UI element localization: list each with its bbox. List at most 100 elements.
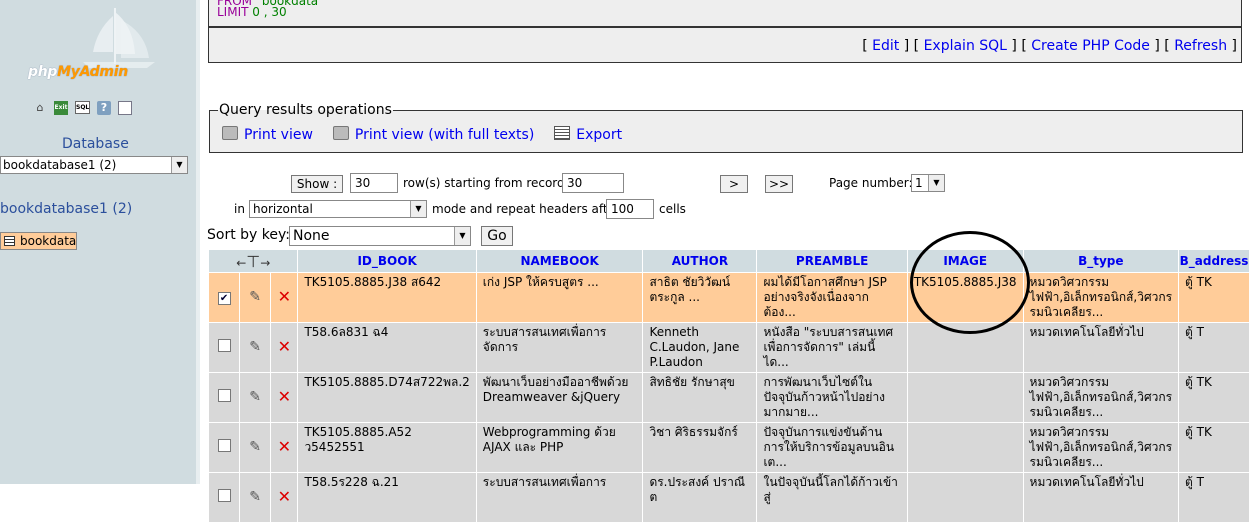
- go-button[interactable]: Go: [481, 226, 513, 246]
- last-page-button[interactable]: >>: [765, 175, 793, 193]
- explain-sql-link[interactable]: Explain SQL: [924, 38, 1007, 54]
- edit-pencil-icon[interactable]: ✎: [249, 389, 261, 405]
- sql-action-links: [ Edit ] [ Explain SQL ] [ Create PHP Co…: [862, 38, 1237, 54]
- page-number-select[interactable]: 1 ▼: [911, 174, 945, 192]
- documentation-icon[interactable]: ?: [97, 101, 111, 115]
- table-row[interactable]: ✎ ✕ TK5105.8885.A52 ว5452551 Webprogramming…: [209, 423, 1249, 472]
- edit-pencil-icon-cell: ✎: [240, 273, 271, 322]
- delete-x-icon[interactable]: ✕: [278, 387, 291, 406]
- row-checkbox[interactable]: ✔: [217, 292, 231, 305]
- cell-b-type: หมวดเทคโนโลยีทั่วไป: [1023, 473, 1179, 522]
- column-header-b-type[interactable]: B_type: [1023, 250, 1179, 272]
- cell-namebook: ระบบสารสนเทศเพื่อการจัดการ: [476, 323, 643, 372]
- row-checkbox[interactable]: [217, 489, 231, 502]
- print-view-link[interactable]: Print view: [222, 126, 313, 143]
- delete-x-icon-cell: ✕: [271, 323, 298, 372]
- cell-image: [907, 323, 1023, 372]
- table-row[interactable]: ✎ ✕ T58.6ล831 ฉ4 ระบบสารสนเทศเพื่อการจัดการ…: [209, 323, 1249, 372]
- chevron-down-icon[interactable]: ▼: [171, 157, 187, 173]
- sql-actions-bar: [ Edit ] [ Explain SQL ] [ Create PHP Co…: [208, 27, 1242, 63]
- rows-input[interactable]: 30: [350, 173, 398, 193]
- query-results-operations-legend: Query results operations: [218, 102, 393, 118]
- table-row[interactable]: ✎ ✕ TK5105.8885.D74ส722พล.2 พัฒนาเว็บอย่างม…: [209, 373, 1249, 422]
- edit-pencil-icon[interactable]: ✎: [249, 489, 261, 505]
- table-row[interactable]: ✔ ✎ ✕ TK5105.8885.J38 ส642 เก่ง JSP ให้ครบสู…: [209, 273, 1249, 322]
- table-row[interactable]: ✎ ✕ T58.5ร228 ฉ.21 ระบบสารสนเทศเพื่อการ ดร.ป…: [209, 473, 1249, 522]
- chevron-down-icon[interactable]: ▼: [928, 175, 944, 191]
- edit-pencil-icon[interactable]: ✎: [249, 339, 261, 355]
- table-item-bookdata[interactable]: bookdata: [0, 232, 78, 250]
- start-record-input[interactable]: 30: [562, 173, 624, 193]
- column-header-id-book[interactable]: ID_BOOK: [298, 250, 476, 272]
- delete-x-icon[interactable]: ✕: [278, 437, 291, 456]
- delete-x-icon-cell: ✕: [271, 423, 298, 472]
- chevron-down-icon[interactable]: ▼: [454, 227, 470, 245]
- database-label: Database: [62, 136, 129, 152]
- docs-icon[interactable]: [118, 101, 132, 115]
- cell-b-address: ตู้ TK: [1179, 423, 1249, 472]
- row-checkbox[interactable]: [217, 339, 231, 352]
- cell-preamble: หนังสือ "ระบบสารสนเทศเพื่อการจัดการ" เล่…: [757, 323, 907, 372]
- cell-b-type: หมวดวิศวกรรม ไฟฟ้า,อิเล็กทรอนิกส์,วิศวกร…: [1023, 423, 1179, 472]
- cells-label: cells: [659, 202, 686, 216]
- delete-x-icon-cell: ✕: [271, 273, 298, 322]
- cell-image: [907, 473, 1023, 522]
- display-mode-select[interactable]: horizontal ▼: [249, 200, 427, 218]
- frame-separator[interactable]: [196, 0, 200, 484]
- column-header-image[interactable]: IMAGE: [907, 250, 1023, 272]
- sort-key-select[interactable]: None ▼: [289, 226, 471, 246]
- repeat-headers-input[interactable]: 100: [606, 199, 654, 219]
- delete-x-icon-cell: ✕: [271, 373, 298, 422]
- chevron-down-icon[interactable]: ▼: [410, 201, 426, 217]
- sql-query-box: FROM `bookdata` LIMIT 0 , 30: [208, 0, 1242, 27]
- delete-x-icon[interactable]: ✕: [278, 287, 291, 306]
- edit-pencil-icon[interactable]: ✎: [249, 289, 261, 305]
- table-icon: [4, 236, 15, 246]
- cell-namebook: เก่ง JSP ให้ครบสูตร ...: [476, 273, 643, 322]
- logo-myadmin: MyAdmin: [57, 64, 128, 80]
- delete-x-icon[interactable]: ✕: [278, 487, 291, 506]
- edit-pencil-icon[interactable]: ✎: [249, 439, 261, 455]
- cell-b-type: หมวดวิศวกรรม ไฟฟ้า,อิเล็กทรอนิกส์,วิศวกร…: [1023, 273, 1179, 322]
- column-header-preamble[interactable]: PREAMBLE: [757, 250, 907, 272]
- edit-pencil-icon-cell: ✎: [240, 473, 271, 522]
- sql-query-icon[interactable]: SQL: [75, 101, 90, 114]
- phpmyadmin-logo[interactable]: phpMyAdmin: [28, 64, 128, 80]
- results-table-body: ✔ ✎ ✕ TK5105.8885.J38 ส642 เก่ง JSP ให้ครบสู…: [209, 273, 1249, 522]
- phpmyadmin-sail-logo: [83, 8, 155, 68]
- column-resize-handle[interactable]: ←⊤→: [209, 250, 298, 272]
- sql-limit-value: 0 , 30: [252, 5, 287, 19]
- home-icon[interactable]: ⌂: [33, 101, 47, 115]
- table-header-row: ←⊤→ ID_BOOK NAMEBOOK AUTHOR PREAMBLE IMA…: [209, 250, 1249, 272]
- row-checkbox-cell: [209, 373, 240, 422]
- database-select[interactable]: bookdatabase1 (2) ▼: [0, 156, 188, 174]
- delete-x-icon[interactable]: ✕: [278, 337, 291, 356]
- cell-author: Kenneth C.Laudon, Jane P.Laudon: [643, 323, 757, 372]
- logo-php: php: [28, 64, 58, 80]
- create-php-code-link[interactable]: Create PHP Code: [1031, 38, 1150, 54]
- page-number-label: Page number:: [829, 176, 913, 190]
- sql-limit-line: LIMIT 0 , 30: [217, 5, 287, 19]
- operations-list: Print view Print view (with full texts) …: [222, 126, 622, 143]
- cell-namebook: พัฒนาเว็บอย่างมืออาชีพด้วย Dreamweaver &…: [476, 373, 643, 422]
- column-header-namebook[interactable]: NAMEBOOK: [476, 250, 643, 272]
- database-name-link[interactable]: bookdatabase1 (2): [0, 201, 132, 217]
- next-page-button[interactable]: >: [720, 175, 748, 193]
- show-button[interactable]: Show :: [291, 175, 343, 193]
- cell-b-address: ตู้ TK: [1179, 273, 1249, 322]
- column-header-author[interactable]: AUTHOR: [643, 250, 757, 272]
- cell-b-address: ตู้ T: [1179, 473, 1249, 522]
- row-checkbox[interactable]: [217, 389, 231, 402]
- export-link[interactable]: Export: [554, 126, 622, 143]
- cell-id-book: T58.6ล831 ฉ4: [298, 323, 476, 372]
- column-header-b-address[interactable]: B_address: [1179, 250, 1249, 272]
- row-checkbox-cell: [209, 473, 240, 522]
- sql-limit-keyword: LIMIT: [217, 5, 249, 19]
- edit-link[interactable]: Edit: [872, 38, 899, 54]
- row-checkbox[interactable]: [217, 439, 231, 452]
- print-view-full-link[interactable]: Print view (with full texts): [332, 126, 534, 143]
- refresh-link[interactable]: Refresh: [1174, 38, 1227, 54]
- exit-icon[interactable]: Exit: [54, 101, 68, 115]
- cell-b-type: หมวดเทคโนโลยีทั่วไป: [1023, 323, 1179, 372]
- table-list: bookdata member: [0, 232, 189, 250]
